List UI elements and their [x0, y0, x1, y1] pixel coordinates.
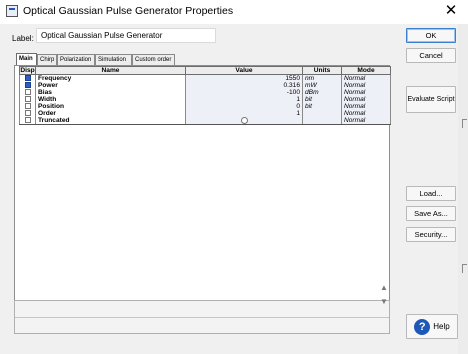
parameter-value[interactable]: 1: [185, 110, 303, 117]
column-header-disp[interactable]: Disp: [19, 66, 36, 75]
parameters-panel: Disp Name Value Units Mode Frequency 155…: [14, 65, 391, 301]
table-row: Order 1 Normal: [19, 110, 391, 117]
parameter-value[interactable]: 1: [185, 96, 303, 103]
edge-mark: [462, 264, 467, 273]
disp-cell: [19, 103, 36, 110]
table-row: Truncated Normal: [19, 117, 391, 126]
parameter-value: [185, 117, 303, 126]
description-panel: [14, 300, 390, 334]
parameter-units[interactable]: bit: [302, 103, 342, 110]
close-icon[interactable]: ✕: [442, 2, 460, 20]
table-row: Position 0 bit Normal: [19, 103, 391, 110]
table-header-row: Disp Name Value Units Mode: [19, 66, 391, 75]
app-icon: [6, 5, 18, 17]
parameter-name: Order: [35, 110, 186, 117]
parameter-name: Power: [35, 82, 186, 89]
disp-checkbox[interactable]: [24, 110, 31, 117]
save-as-button[interactable]: Save As...: [406, 206, 456, 221]
scroll-down-icon[interactable]: ▼: [380, 297, 388, 306]
table-row: Frequency 1550 nm Normal: [19, 74, 391, 82]
parameter-name: Position: [35, 103, 186, 110]
table-row: Power 0.316 mW Normal: [19, 82, 391, 89]
disp-checkbox[interactable]: [24, 103, 31, 110]
disp-cell: [19, 110, 36, 117]
security-button[interactable]: Security...: [406, 227, 456, 242]
parameter-value[interactable]: 0: [185, 103, 303, 110]
tab-custom-order[interactable]: Custom order: [132, 54, 175, 65]
truncated-toggle[interactable]: [240, 117, 248, 124]
cancel-button[interactable]: Cancel: [406, 48, 456, 63]
label-input[interactable]: Optical Gaussian Pulse Generator: [36, 28, 216, 43]
background-window-edge: [458, 24, 468, 354]
help-label: Help: [433, 322, 450, 331]
parameter-units[interactable]: nm: [302, 74, 342, 82]
parameter-mode[interactable]: Normal: [341, 96, 391, 103]
table-row: Bias -100 dBm Normal: [19, 89, 391, 96]
disp-cell: [19, 82, 36, 89]
title-bar: Optical Gaussian Pulse Generator Propert…: [0, 0, 468, 24]
parameter-mode[interactable]: Normal: [341, 89, 391, 96]
parameter-value[interactable]: -100: [185, 89, 303, 96]
parameter-mode[interactable]: Normal: [341, 110, 391, 117]
column-header-name[interactable]: Name: [35, 66, 186, 75]
parameters-table: Disp Name Value Units Mode Frequency 155…: [19, 66, 391, 126]
parameter-units[interactable]: [302, 117, 342, 126]
parameter-units[interactable]: dBm: [302, 89, 342, 96]
parameter-name: Frequency: [35, 74, 186, 82]
help-button[interactable]: ? Help: [406, 314, 458, 339]
ok-button[interactable]: OK: [406, 28, 456, 43]
parameter-units[interactable]: mW: [302, 82, 342, 89]
parameter-value[interactable]: 0.316: [185, 82, 303, 89]
help-icon: ?: [414, 318, 431, 335]
disp-checkbox[interactable]: [24, 89, 31, 96]
disp-checkbox[interactable]: [24, 96, 31, 103]
tab-simulation[interactable]: Simulation: [95, 54, 132, 65]
parameter-units[interactable]: [302, 110, 342, 117]
table-row: Width 1 bit Normal: [19, 96, 391, 103]
column-header-value[interactable]: Value: [185, 66, 303, 75]
parameter-value[interactable]: 1550: [185, 74, 303, 82]
disp-cell: [19, 117, 36, 126]
disp-cell: [19, 74, 36, 82]
properties-dialog: Optical Gaussian Pulse Generator Propert…: [0, 0, 468, 354]
disp-cell: [19, 96, 36, 103]
disp-cell: [19, 89, 36, 96]
divider: [15, 317, 389, 318]
tab-polarization[interactable]: Polarization: [57, 54, 95, 65]
parameter-mode[interactable]: Normal: [341, 117, 391, 126]
parameter-name: Width: [35, 96, 186, 103]
parameter-units[interactable]: bit: [302, 96, 342, 103]
load-button[interactable]: Load...: [406, 186, 456, 201]
parameter-mode[interactable]: Normal: [341, 103, 391, 110]
parameter-mode[interactable]: Normal: [341, 82, 391, 89]
parameter-mode[interactable]: Normal: [341, 74, 391, 82]
scroll-up-icon[interactable]: ▲: [380, 283, 388, 292]
disp-checkbox[interactable]: [24, 75, 31, 82]
evaluate-script-button[interactable]: Evaluate Script: [406, 86, 456, 113]
edge-mark: [462, 119, 467, 128]
column-header-units[interactable]: Units: [302, 66, 342, 75]
window-title: Optical Gaussian Pulse Generator Propert…: [23, 5, 234, 17]
parameter-name: Truncated: [35, 117, 186, 126]
disp-checkbox[interactable]: [24, 117, 31, 124]
label-caption: Label:: [12, 34, 34, 43]
parameter-name: Bias: [35, 89, 186, 96]
tab-chirp[interactable]: Chirp: [37, 54, 57, 65]
column-header-mode[interactable]: Mode: [341, 66, 391, 75]
disp-checkbox[interactable]: [24, 82, 31, 89]
tab-main[interactable]: Main: [16, 53, 37, 65]
